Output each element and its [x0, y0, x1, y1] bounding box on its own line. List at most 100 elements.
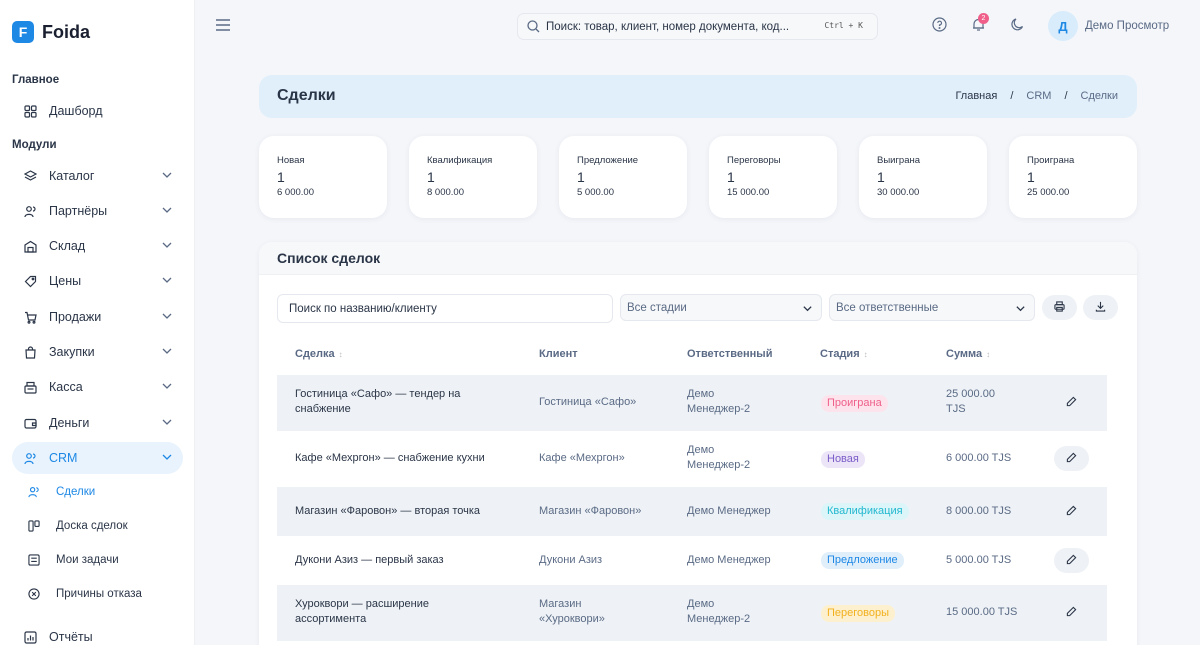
sidebar-item-dashboard[interactable]: Дашборд — [12, 95, 183, 127]
chevron-down-icon — [161, 310, 173, 325]
table-row[interactable]: Магазин «Фаровон» — вторая точка Магазин… — [277, 487, 1107, 536]
deal-name[interactable]: Дукони Азиз — первый заказ — [295, 553, 444, 568]
deal-sum: 15 000.00 TJS — [946, 606, 1018, 618]
user-name: Демо Просмотр — [1085, 20, 1170, 32]
sort-icon: ↕ — [986, 349, 991, 359]
menu-icon[interactable] — [216, 19, 230, 34]
sidebar-item-label: Отчёты — [49, 630, 93, 644]
stage-card-sum: 8 000.00 — [427, 187, 464, 198]
sidebar-item-label: Закупки — [49, 345, 95, 359]
partners-icon — [23, 204, 37, 218]
table-row[interactable]: Хуроквори — расширение ассортимента Магаз… — [277, 585, 1107, 641]
checklist-icon — [27, 553, 41, 567]
column-header-label: Сумма — [946, 348, 983, 360]
deal-client: Гостиница «Сафо» — [539, 396, 637, 408]
help-icon[interactable] — [932, 17, 947, 32]
print-button[interactable] — [1042, 295, 1077, 320]
sidebar-item-label: Продажи — [49, 310, 102, 324]
deal-client: Магазин «Фаровон» — [539, 505, 642, 517]
stage-card-won[interactable]: Выиграна 1 30 000.00 — [859, 136, 987, 218]
stage-filter-select[interactable]: Все стадии — [620, 294, 822, 321]
column-header-deal[interactable]: Сделка ↕ — [295, 348, 343, 360]
column-header-sum[interactable]: Сумма ↕ — [946, 348, 990, 360]
sidebar-item-cash[interactable]: Касса — [12, 371, 183, 403]
column-header-label: Клиент — [539, 348, 578, 360]
logo-icon: F — [12, 21, 34, 43]
deal-name[interactable]: Хуроквори — расширение ассортимента — [295, 597, 429, 627]
deal-name[interactable]: Гостиница «Сафо» — тендер на снабжение — [295, 387, 460, 417]
owner-filter-select[interactable]: Все ответственные — [829, 294, 1035, 321]
breadcrumb-separator: / — [1010, 90, 1014, 102]
deal-name[interactable]: Магазин «Фаровон» — вторая точка — [295, 504, 480, 519]
edit-button[interactable] — [1054, 446, 1089, 471]
table-row[interactable]: Гостиница «Сафо» — тендер на снабжение Го… — [277, 375, 1107, 431]
edit-button[interactable] — [1054, 390, 1089, 415]
sidebar-subitem-deal-board[interactable]: Доска сделок — [27, 513, 128, 539]
stage-card-proposal[interactable]: Предложение 1 5 000.00 — [559, 136, 687, 218]
stage-card-new[interactable]: Новая 1 6 000.00 — [259, 136, 387, 218]
sidebar-subitem-my-tasks[interactable]: Мои задачи — [27, 547, 119, 573]
stage-card-label: Новая — [277, 155, 305, 166]
chevron-down-icon — [161, 451, 173, 466]
pencil-icon — [1066, 395, 1077, 410]
chevron-down-icon — [161, 380, 173, 395]
edit-button[interactable] — [1054, 600, 1089, 625]
stage-card-sum: 5 000.00 — [577, 187, 614, 198]
sidebar-item-money[interactable]: Деньги — [12, 407, 183, 439]
sidebar-item-catalog[interactable]: Каталог — [12, 160, 183, 192]
breadcrumb-crm[interactable]: CRM — [1026, 90, 1051, 102]
chevron-down-icon — [1015, 303, 1026, 317]
export-button[interactable] — [1083, 295, 1118, 320]
sidebar-item-warehouse[interactable]: Склад — [12, 230, 183, 262]
sidebar-item-prices[interactable]: Цены — [12, 265, 183, 297]
column-header-owner: Ответственный — [687, 348, 772, 360]
search-placeholder: Поиск: товар, клиент, номер документа, к… — [546, 20, 790, 33]
sidebar-item-partners[interactable]: Партнёры — [12, 195, 183, 227]
shopping-bag-icon — [23, 345, 37, 359]
stage-card-negotiation[interactable]: Переговоры 1 15 000.00 — [709, 136, 837, 218]
moon-icon[interactable] — [1010, 17, 1025, 32]
global-search[interactable]: Поиск: товар, клиент, номер документа, к… — [517, 13, 878, 40]
notifications-badge: 2 — [978, 13, 989, 24]
users-icon — [27, 485, 41, 499]
sidebar-item-sales[interactable]: Продажи — [12, 301, 183, 333]
sidebar-subitem-deals[interactable]: Сделки — [27, 479, 95, 505]
pencil-icon — [1066, 504, 1077, 519]
deal-sum: 8 000.00 TJS — [946, 505, 1012, 517]
stage-card-qualification[interactable]: Квалификация 1 8 000.00 — [409, 136, 537, 218]
chevron-down-icon — [161, 169, 173, 184]
sidebar-subitem-loss-reasons[interactable]: Причины отказа — [27, 581, 142, 607]
app-logo[interactable]: F Foida — [12, 21, 90, 43]
edit-button[interactable] — [1054, 548, 1089, 573]
stage-badge-negotiation: Переговоры — [821, 605, 896, 622]
stage-card-sum: 25 000.00 — [1027, 187, 1070, 198]
deal-client: Магазин «Хуроквори» — [539, 598, 605, 625]
sidebar-item-crm[interactable]: CRM — [12, 442, 183, 474]
stage-badge-lost: Проиграна — [821, 395, 888, 412]
table-row[interactable]: Кафе «Мехргон» — снабжение кухни Кафе «М… — [277, 431, 1107, 487]
stage-card-count: 1 — [877, 169, 885, 185]
deals-search-placeholder: Поиск по названию/клиенту — [289, 302, 437, 315]
sidebar-item-reports[interactable]: Отчёты — [12, 621, 183, 645]
sidebar: F Foida Главное Дашборд Модули Каталог П… — [0, 0, 195, 645]
search-icon — [527, 20, 540, 33]
pencil-icon — [1066, 553, 1077, 568]
column-header-stage[interactable]: Стадия ↕ — [820, 348, 868, 360]
breadcrumb-home[interactable]: Главная — [955, 90, 997, 102]
chevron-down-icon — [161, 204, 173, 219]
deal-name[interactable]: Кафе «Мехргон» — снабжение кухни — [295, 451, 485, 466]
sidebar-item-label: Каталог — [49, 169, 95, 183]
sidebar-subitem-label: Мои задачи — [56, 554, 119, 566]
edit-button[interactable] — [1054, 499, 1089, 524]
deal-sum: 25 000.00 TJS — [946, 388, 995, 415]
stage-card-lost[interactable]: Проиграна 1 25 000.00 — [1009, 136, 1137, 218]
user-menu[interactable]: Д Демо Просмотр — [1048, 11, 1169, 41]
download-icon — [1095, 300, 1106, 315]
sidebar-item-purchases[interactable]: Закупки — [12, 336, 183, 368]
reports-icon — [23, 630, 37, 644]
column-header-label: Ответственный — [687, 348, 773, 360]
column-header-label: Сделка — [295, 348, 335, 360]
table-row[interactable]: Дукони Азиз — первый заказ Дукони Азиз Д… — [277, 536, 1107, 585]
avatar: Д — [1048, 11, 1078, 41]
deals-search-input[interactable]: Поиск по названию/клиенту — [277, 294, 613, 323]
